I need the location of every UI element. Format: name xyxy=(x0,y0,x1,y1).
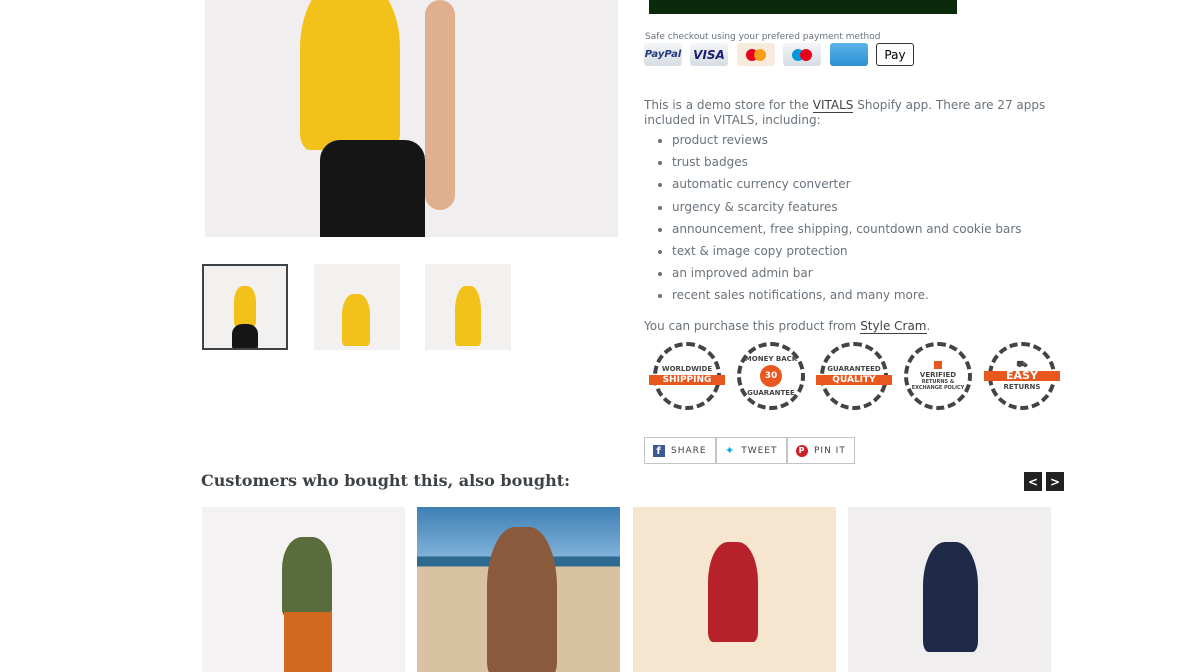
truck-icon: ⛟ xyxy=(1016,360,1028,370)
guaranteed-quality-badge: GUARANTEED QUALITY xyxy=(816,342,892,410)
apple-pay-label: Pay xyxy=(884,47,906,62)
badge-ribbon: SHIPPING xyxy=(649,375,725,385)
facebook-share-button[interactable]: f SHARE xyxy=(644,437,716,464)
badge-ribbon: QUALITY xyxy=(816,375,892,385)
purchase-text: You can purchase this product from Style… xyxy=(644,319,931,334)
vitals-link[interactable]: VITALS xyxy=(812,98,854,113)
next-arrow-button[interactable]: > xyxy=(1046,472,1064,491)
facebook-icon: f xyxy=(653,444,665,457)
twitter-icon: ✦ xyxy=(725,444,736,457)
worldwide-shipping-badge: WORLDWIDE SHIPPING xyxy=(649,342,725,410)
mastercard-icon xyxy=(737,43,775,66)
intro-text: This is a demo store for the xyxy=(644,98,813,112)
money-back-badge: MONEY BACK 30 GUARANTEE xyxy=(737,342,805,410)
buy-now-button[interactable] xyxy=(649,0,957,14)
pinterest-icon: P xyxy=(796,444,808,457)
pin-label: PIN IT xyxy=(814,445,846,456)
twitter-tweet-button[interactable]: ✦ TWEET xyxy=(716,437,787,464)
verified-returns-badge: VERIFIED RETURNS & EXCHANGE POLICY xyxy=(904,342,972,410)
maestro-icon xyxy=(783,43,821,66)
badge-days: 30 xyxy=(764,371,778,381)
list-item: product reviews xyxy=(672,133,1022,155)
badge-text: MONEY BACK xyxy=(744,355,798,363)
list-item: recent sales notifications, and many mor… xyxy=(672,288,1022,310)
prev-arrow-button[interactable]: < xyxy=(1024,472,1042,491)
style-cram-link[interactable]: Style Cram xyxy=(860,319,927,334)
list-item: trust badges xyxy=(672,155,1022,177)
related-product-4[interactable] xyxy=(848,507,1051,672)
purchase-end: . xyxy=(926,319,931,333)
thumbnail-1[interactable] xyxy=(202,264,288,350)
badge-circle: 30 xyxy=(760,365,782,387)
related-product-3[interactable] xyxy=(633,507,836,672)
lock-icon xyxy=(934,361,942,369)
purchase-label: You can purchase this product from xyxy=(644,319,861,333)
list-item: text & image copy protection xyxy=(672,244,1022,266)
list-item: urgency & scarcity features xyxy=(672,200,1022,222)
tweet-label: TWEET xyxy=(741,445,778,456)
pinterest-pin-button[interactable]: P PIN IT xyxy=(787,437,855,464)
apple-pay-icon: Pay xyxy=(876,43,914,66)
badge-text: RETURNS xyxy=(1003,383,1041,391)
feature-list: product reviews trust badges automatic c… xyxy=(660,133,1022,311)
list-item: automatic currency converter xyxy=(672,177,1022,199)
visa-icon: VISA xyxy=(690,43,728,66)
description: This is a demo store for the VITALS Shop… xyxy=(644,98,1064,128)
badge-text: WORLDWIDE xyxy=(661,365,713,373)
thumbnail-2[interactable] xyxy=(314,264,400,350)
badge-text: VERIFIED xyxy=(919,371,957,379)
related-product-2[interactable] xyxy=(417,507,620,672)
related-product-1[interactable] xyxy=(202,507,405,672)
thumbnail-3[interactable] xyxy=(425,264,511,350)
badge-text: GUARANTEE xyxy=(747,389,795,397)
list-item: announcement, free shipping, countdown a… xyxy=(672,222,1022,244)
badge-ribbon: EASY xyxy=(984,370,1060,381)
share-label: SHARE xyxy=(671,445,707,456)
related-heading: Customers who bought this, also bought: xyxy=(201,471,571,490)
amex-icon xyxy=(830,43,868,66)
product-main-image[interactable] xyxy=(205,0,618,237)
list-item: an improved admin bar xyxy=(672,266,1022,288)
easy-returns-badge: ⛟ EASY RETURNS xyxy=(984,342,1060,410)
paypal-icon: PayPal xyxy=(644,43,682,66)
badge-text: RETURNS & EXCHANGE POLICY xyxy=(911,379,965,391)
safe-checkout-text: Safe checkout using your prefered paymen… xyxy=(645,32,881,42)
badge-text: GUARANTEED xyxy=(827,365,881,373)
